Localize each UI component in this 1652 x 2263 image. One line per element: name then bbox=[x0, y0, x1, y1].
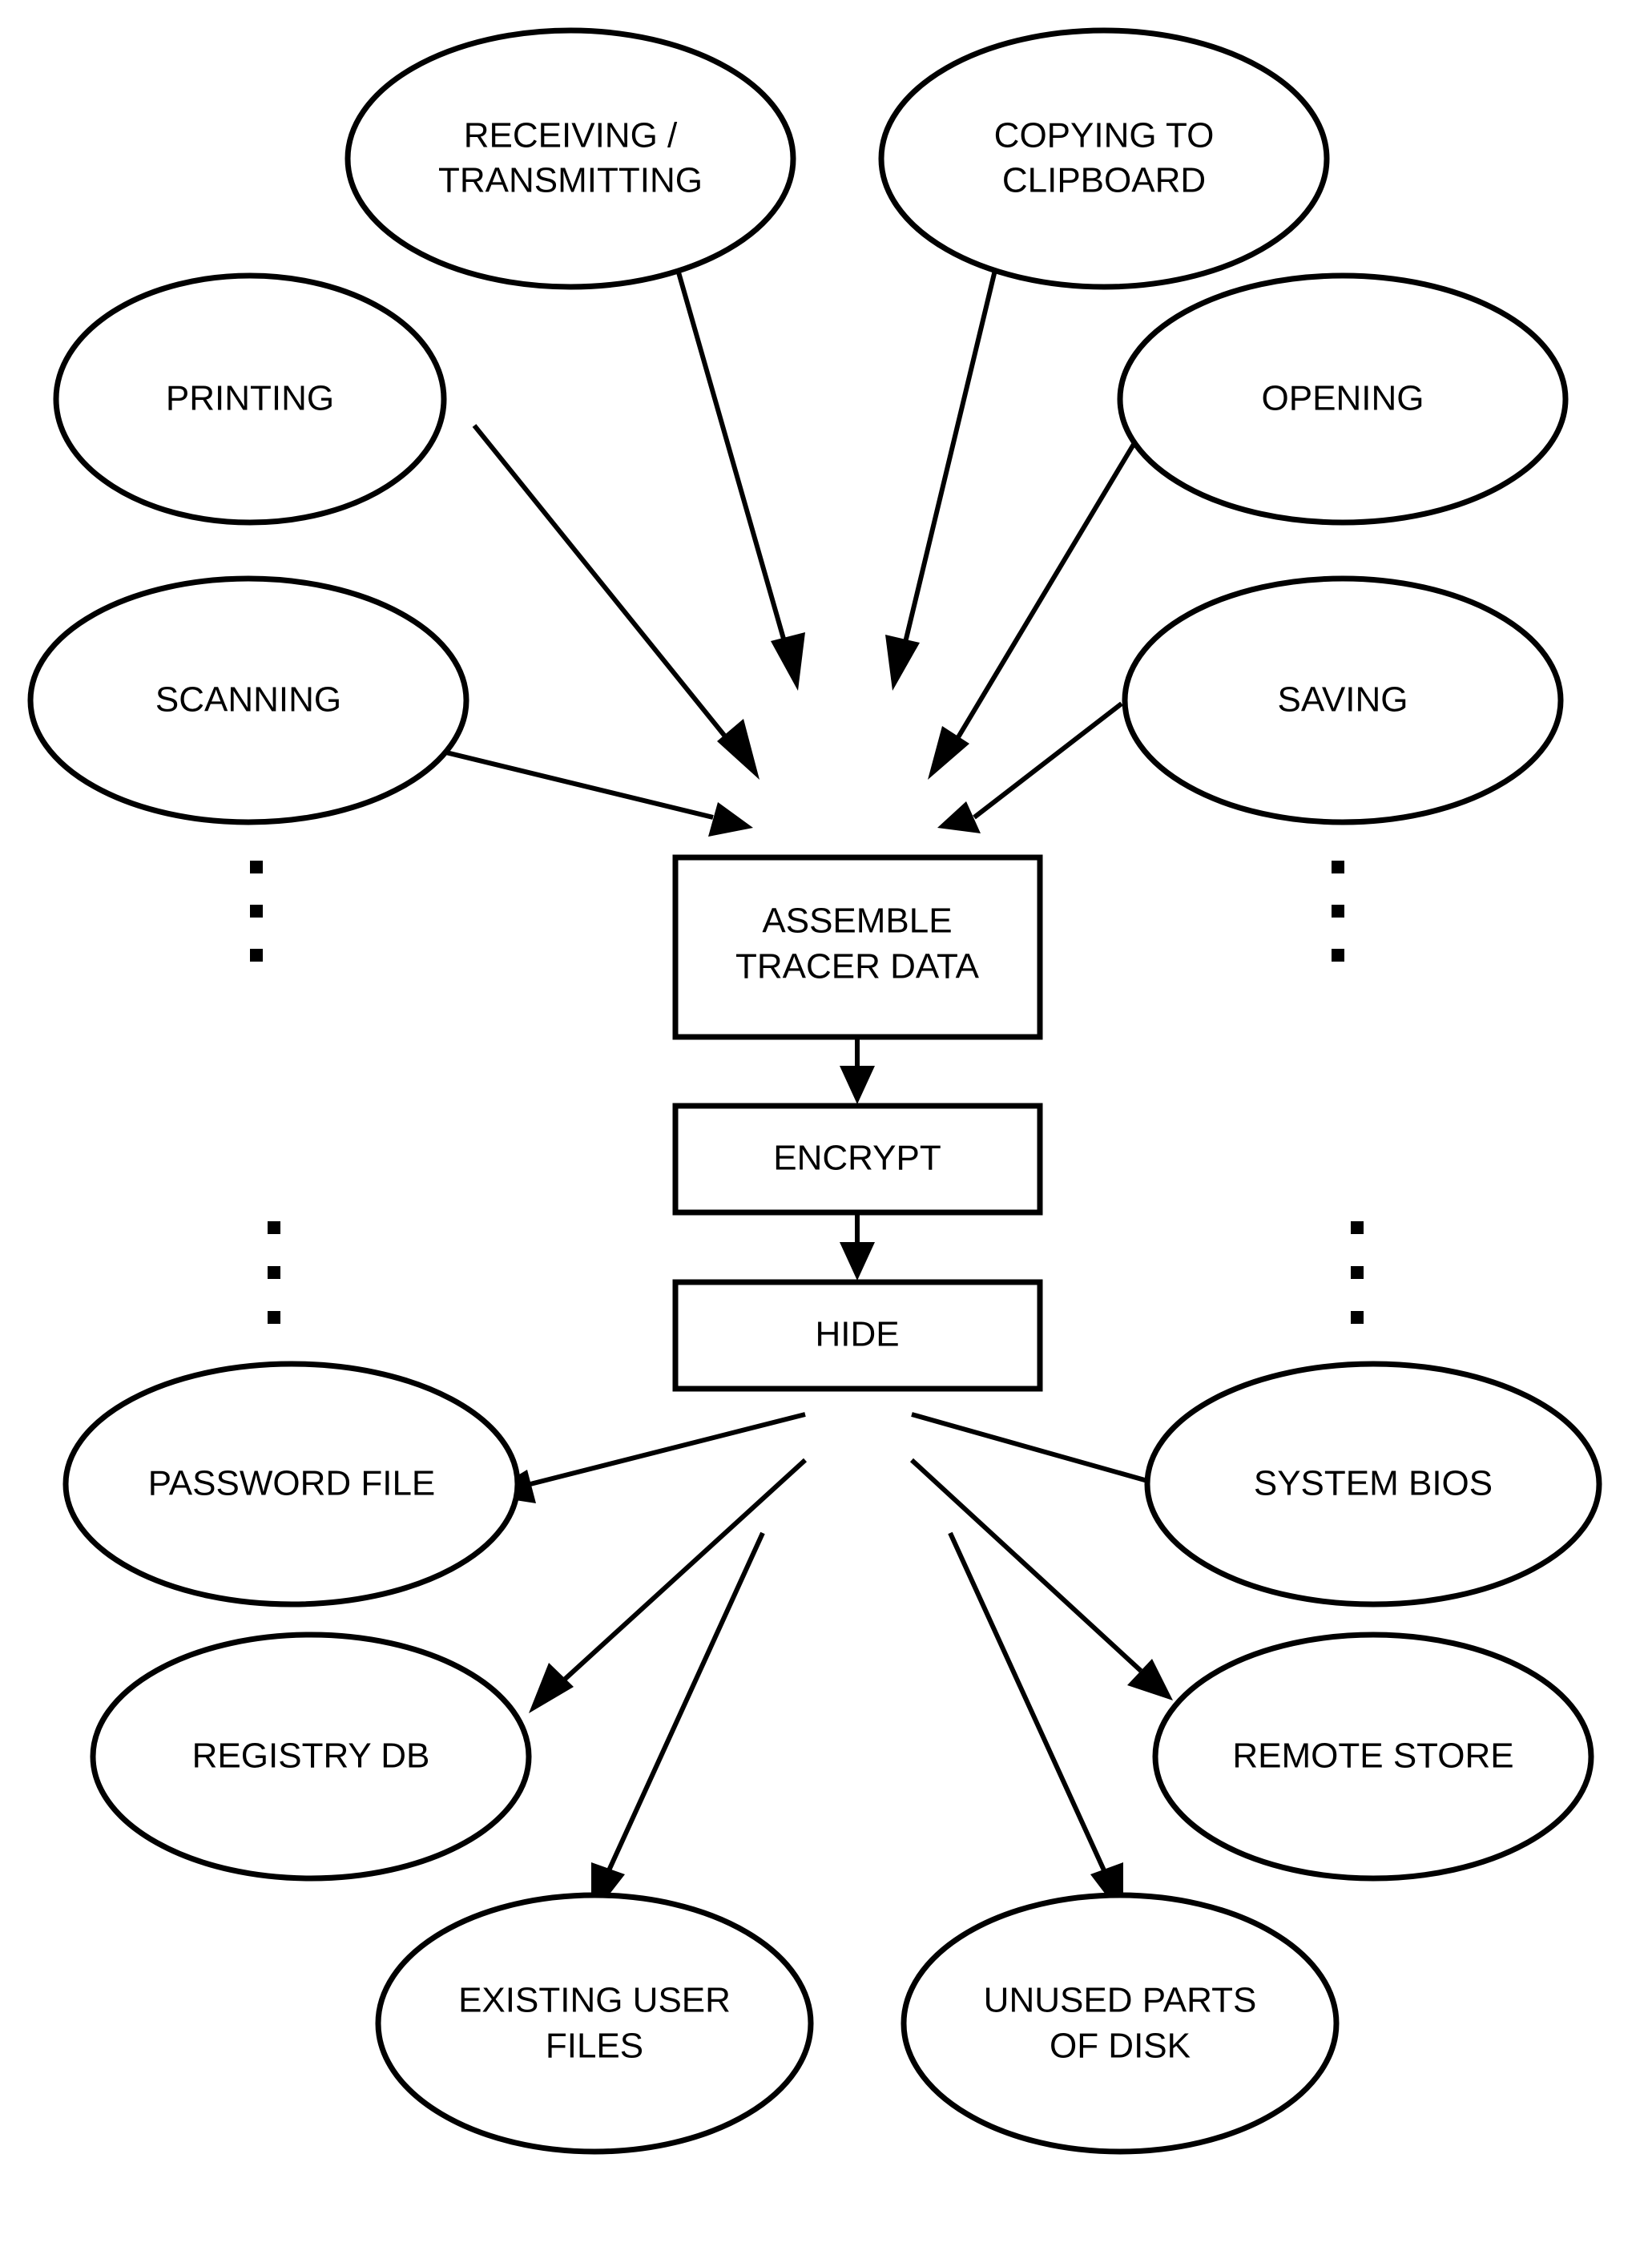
node-copying-to-clipboard-label-line1: COPYING TO bbox=[994, 116, 1215, 155]
node-hide[interactable]: HIDE bbox=[672, 1279, 1043, 1392]
node-registry-db[interactable]: REGISTRY DB bbox=[90, 1632, 532, 1882]
edge-hide-to-remote-store bbox=[909, 1458, 1173, 1700]
node-assemble-tracer-data-label-line2: TRACER DATA bbox=[735, 947, 980, 986]
node-encrypt-label: ENCRYPT bbox=[773, 1139, 941, 1178]
node-existing-user-files[interactable]: EXISTING USER FILES bbox=[375, 1892, 814, 2155]
diagram-canvas: RECEIVING / TRANSMITTING COPYING TO CLIP… bbox=[0, 0, 1652, 2263]
node-printing[interactable]: PRINTING bbox=[53, 272, 447, 526]
node-scanning-label: SCANNING bbox=[155, 680, 341, 720]
edge-opening-to-assemble bbox=[928, 424, 1147, 780]
node-unused-parts-of-disk-label-line1: UNUSED PARTS bbox=[984, 1981, 1257, 2020]
node-encrypt[interactable]: ENCRYPT bbox=[672, 1103, 1043, 1216]
ellipsis-lower-left bbox=[268, 1221, 280, 1324]
edge-receiving-transmitting-to-assemble bbox=[675, 266, 805, 691]
node-scanning[interactable]: SCANNING bbox=[27, 575, 469, 825]
node-receiving-transmitting-label-line2: TRANSMITTING bbox=[438, 161, 703, 200]
node-remote-store[interactable]: REMOTE STORE bbox=[1152, 1632, 1594, 1882]
edge-copying-to-clipboard-to-assemble bbox=[885, 266, 998, 691]
node-registry-db-label: REGISTRY DB bbox=[192, 1737, 430, 1776]
node-opening[interactable]: OPENING bbox=[1117, 272, 1569, 526]
ellipsis-lower-right bbox=[1351, 1221, 1364, 1324]
node-system-bios[interactable]: SYSTEM BIOS bbox=[1144, 1361, 1602, 1607]
edge-hide-to-password-file bbox=[485, 1412, 806, 1503]
node-existing-user-files-label-line2: FILES bbox=[546, 2027, 643, 2066]
edge-encrypt-to-hide bbox=[840, 1212, 875, 1281]
node-system-bios-label: SYSTEM BIOS bbox=[1254, 1464, 1493, 1503]
node-copying-to-clipboard-label-line2: CLIPBOARD bbox=[1002, 161, 1206, 200]
node-password-file-label: PASSWORD FILE bbox=[148, 1464, 436, 1503]
edge-hide-to-existing-user-files bbox=[591, 1531, 765, 1918]
flowchart-svg: RECEIVING / TRANSMITTING COPYING TO CLIP… bbox=[27, 27, 1602, 2155]
node-existing-user-files-label-line1: EXISTING USER bbox=[458, 1981, 731, 2020]
ellipsis-upper-right bbox=[1332, 861, 1344, 962]
edge-hide-to-registry-db bbox=[529, 1458, 808, 1713]
node-assemble-tracer-data[interactable]: ASSEMBLE TRACER DATA bbox=[672, 854, 1043, 1040]
edge-assemble-to-encrypt bbox=[840, 1037, 875, 1104]
node-copying-to-clipboard[interactable]: COPYING TO CLIPBOARD bbox=[878, 27, 1330, 290]
node-password-file[interactable]: PASSWORD FILE bbox=[62, 1361, 521, 1607]
node-printing-label: PRINTING bbox=[166, 379, 334, 418]
node-unused-parts-of-disk[interactable]: UNUSED PARTS OF DISK bbox=[901, 1892, 1340, 2155]
edges-from-hide bbox=[485, 1412, 1199, 1918]
edge-printing-to-assemble bbox=[472, 424, 760, 780]
node-opening-label: OPENING bbox=[1262, 379, 1424, 418]
edge-hide-to-unused-parts-of-disk bbox=[948, 1531, 1123, 1918]
node-saving[interactable]: SAVING bbox=[1122, 575, 1564, 825]
node-remote-store-label: REMOTE STORE bbox=[1232, 1737, 1513, 1776]
node-unused-parts-of-disk-label-line2: OF DISK bbox=[1050, 2027, 1191, 2066]
node-hide-label: HIDE bbox=[815, 1315, 899, 1354]
node-receiving-transmitting[interactable]: RECEIVING / TRANSMITTING bbox=[345, 27, 796, 290]
ellipsis-upper-left bbox=[250, 861, 263, 962]
node-saving-label: SAVING bbox=[1277, 680, 1408, 720]
node-assemble-tracer-data-label-line1: ASSEMBLE bbox=[762, 902, 952, 941]
node-receiving-transmitting-label-line1: RECEIVING / bbox=[464, 116, 678, 155]
